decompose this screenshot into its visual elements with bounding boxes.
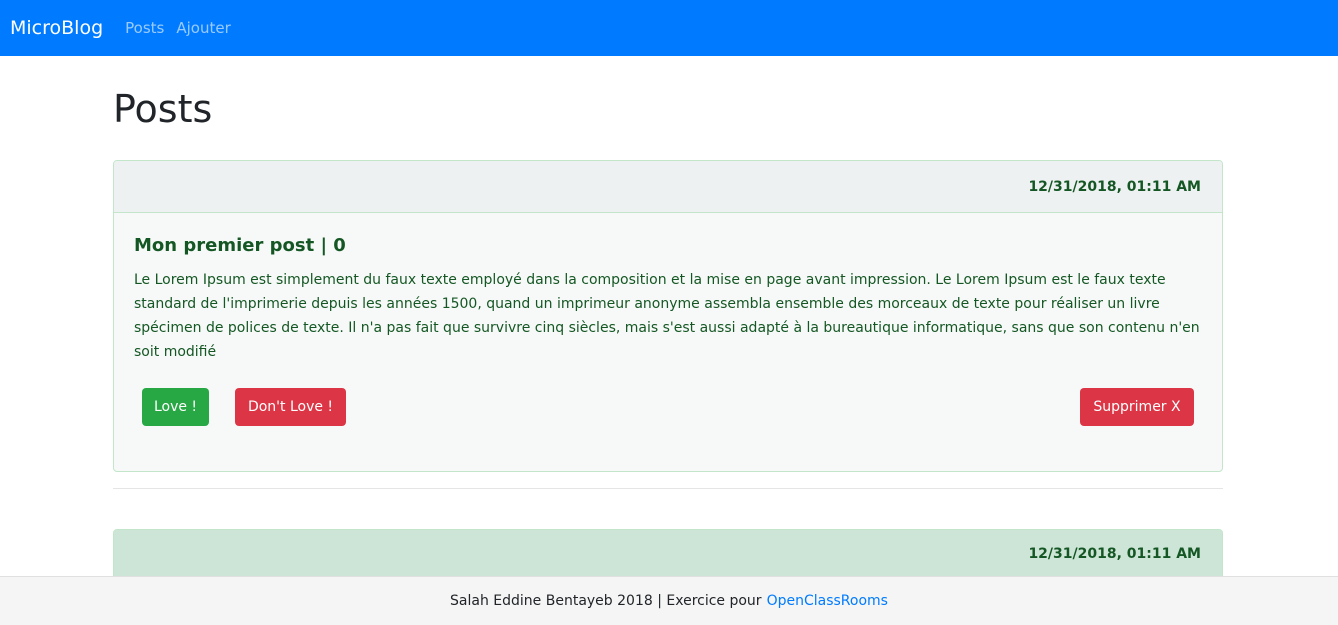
post-card-body: Mon premier post | 0 Le Lorem Ipsum est … xyxy=(114,213,1222,446)
main-content: Posts 12/31/2018, 01:11 AM Mon premier p… xyxy=(113,56,1223,589)
post-date: 12/31/2018, 01:11 AM xyxy=(1028,546,1201,562)
footer-text: Salah Eddine Bentayeb 2018 | Exercice po… xyxy=(450,593,762,609)
footer: Salah Eddine Bentayeb 2018 | Exercice po… xyxy=(0,576,1338,625)
post-actions: Love ! Don't Love ! Supprimer X xyxy=(134,388,1202,426)
nav-link-posts[interactable]: Posts xyxy=(125,19,164,37)
dont-love-button[interactable]: Don't Love ! xyxy=(235,388,346,426)
post-divider xyxy=(113,488,1223,489)
post-card-header: 12/31/2018, 01:11 AM xyxy=(114,530,1222,578)
navbar: MicroBlog Posts Ajouter xyxy=(0,0,1338,56)
love-button[interactable]: Love ! xyxy=(142,388,209,426)
footer-link-openclassrooms[interactable]: OpenClassRooms xyxy=(767,593,888,609)
post-title: Mon premier post | 0 xyxy=(134,235,346,256)
post-card: 12/31/2018, 01:11 AM Mon premier post | … xyxy=(113,160,1223,472)
page-title: Posts xyxy=(113,87,213,131)
post-card-header: 12/31/2018, 01:11 AM xyxy=(114,161,1222,213)
navbar-brand[interactable]: MicroBlog xyxy=(10,17,103,39)
post-date: 12/31/2018, 01:11 AM xyxy=(1028,178,1201,195)
delete-post-button[interactable]: Supprimer X xyxy=(1080,388,1194,426)
post-content: Le Lorem Ipsum est simplement du faux te… xyxy=(134,272,1200,360)
nav-link-ajouter[interactable]: Ajouter xyxy=(176,19,230,37)
